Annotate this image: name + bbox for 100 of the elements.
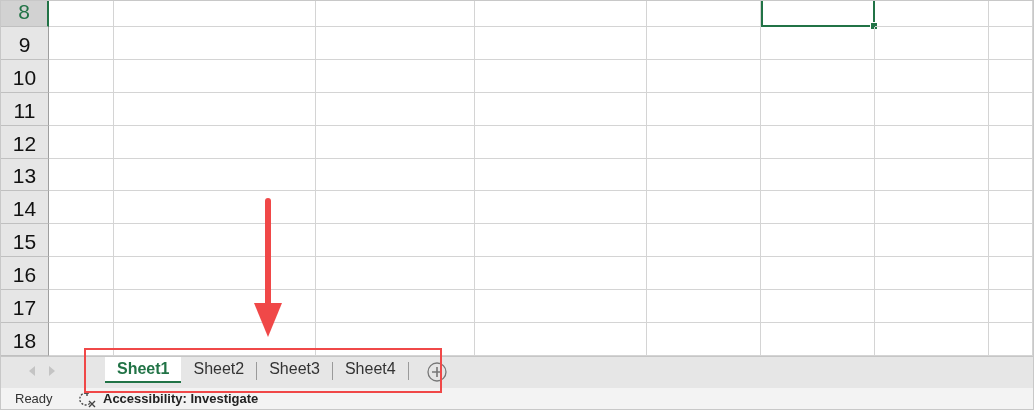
grid-cell[interactable] [989,257,1033,291]
grid-cell[interactable] [49,1,114,27]
grid-cell[interactable] [114,92,316,126]
grid-cell[interactable] [475,158,647,192]
row-header[interactable]: 10 [1,59,49,93]
sheet-tab[interactable]: Sheet1 [105,357,182,383]
sheet-tab[interactable]: Sheet4 [332,357,408,383]
grid-cell[interactable] [647,158,761,192]
row-header[interactable]: 11 [1,92,49,126]
grid-cell[interactable] [647,125,761,159]
grid-cell[interactable] [49,158,114,192]
grid-cell[interactable] [316,59,475,93]
grid-cell[interactable] [316,125,475,159]
row-header[interactable]: 16 [1,257,49,291]
grid-cell[interactable] [647,257,761,291]
grid-cell[interactable] [316,1,475,27]
grid-cell[interactable] [49,59,114,93]
row-header[interactable]: 15 [1,224,49,258]
sheet-tab[interactable]: Sheet3 [257,357,332,383]
grid-cell[interactable] [989,92,1033,126]
grid-cell[interactable] [316,290,475,323]
grid-cell[interactable] [875,191,989,225]
grid-cell[interactable] [989,224,1033,258]
grid-cell[interactable] [989,323,1033,356]
sheet-tab[interactable]: Sheet2 [181,357,257,383]
grid-cell[interactable] [49,27,114,60]
grid-cell[interactable] [114,59,316,93]
grid-cell[interactable] [475,257,647,291]
grid-cell[interactable] [989,27,1033,60]
grid-cell[interactable] [761,158,875,192]
grid-cell[interactable] [316,257,475,291]
grid-cell[interactable] [316,191,475,225]
grid-cell[interactable] [761,125,875,159]
grid-cell[interactable] [989,158,1033,192]
grid-cell[interactable] [49,92,114,126]
grid-cell[interactable] [475,224,647,258]
grid-cell[interactable] [475,27,647,60]
grid-cell[interactable] [875,257,989,291]
grid-cell[interactable] [647,323,761,356]
grid-cell[interactable] [49,257,114,291]
grid-cell[interactable] [316,27,475,60]
row-header[interactable]: 14 [1,191,49,225]
grid-cell[interactable] [989,1,1033,27]
grid-cell[interactable] [647,224,761,258]
grid-cell[interactable] [761,290,875,323]
add-sheet-button[interactable] [426,362,447,382]
grid-cell[interactable] [475,323,647,356]
row-header[interactable]: 13 [1,158,49,192]
scroll-right-icon[interactable] [49,366,55,376]
grid-cell[interactable] [761,224,875,258]
grid-cell[interactable] [114,158,316,192]
grid-cell[interactable] [875,125,989,159]
grid-cell[interactable] [989,191,1033,225]
grid-cell[interactable] [647,59,761,93]
row-header[interactable]: 9 [1,27,49,60]
grid-cell[interactable] [989,125,1033,159]
grid-cell[interactable] [761,257,875,291]
grid-cell[interactable] [647,191,761,225]
grid-cell[interactable] [114,257,316,291]
grid-cell[interactable] [475,191,647,225]
grid-cell[interactable] [875,323,989,356]
grid-cell[interactable] [316,224,475,258]
grid-cell[interactable] [114,224,316,258]
grid-cell[interactable] [647,27,761,60]
grid-cell[interactable] [875,1,989,27]
grid-cell[interactable] [114,1,316,27]
grid-cell[interactable] [647,1,761,27]
grid-cell[interactable] [49,290,114,323]
grid-cell[interactable] [475,92,647,126]
grid-cell[interactable] [647,92,761,126]
grid-cell[interactable] [989,290,1033,323]
row-header[interactable]: 8 [1,1,49,27]
grid-cell[interactable] [647,290,761,323]
grid-cell[interactable] [761,59,875,93]
grid-cell[interactable] [875,27,989,60]
grid-cell[interactable] [475,290,647,323]
grid-cell[interactable] [114,191,316,225]
grid-cell[interactable] [49,191,114,225]
grid-cell[interactable] [49,224,114,258]
grid-cell[interactable] [875,59,989,93]
grid-cell[interactable] [316,158,475,192]
grid-cell[interactable] [114,27,316,60]
grid-cell[interactable] [761,92,875,126]
accessibility-status[interactable]: Accessibility: Investigate [103,391,259,406]
grid-cell[interactable] [875,290,989,323]
grid-cell[interactable] [761,323,875,356]
grid-cell[interactable] [49,323,114,356]
grid-cell[interactable] [875,158,989,192]
grid-cell[interactable] [49,125,114,159]
grid-cell[interactable] [761,191,875,225]
row-header[interactable]: 12 [1,125,49,159]
grid-cell[interactable] [875,92,989,126]
grid-cell[interactable] [114,125,316,159]
grid-cell[interactable] [475,59,647,93]
row-header[interactable]: 18 [1,323,49,356]
grid-cell[interactable] [475,1,647,27]
grid-cell[interactable] [989,59,1033,93]
grid-cell[interactable] [761,27,875,60]
grid-cell[interactable] [316,92,475,126]
grid-cell[interactable] [316,323,475,356]
